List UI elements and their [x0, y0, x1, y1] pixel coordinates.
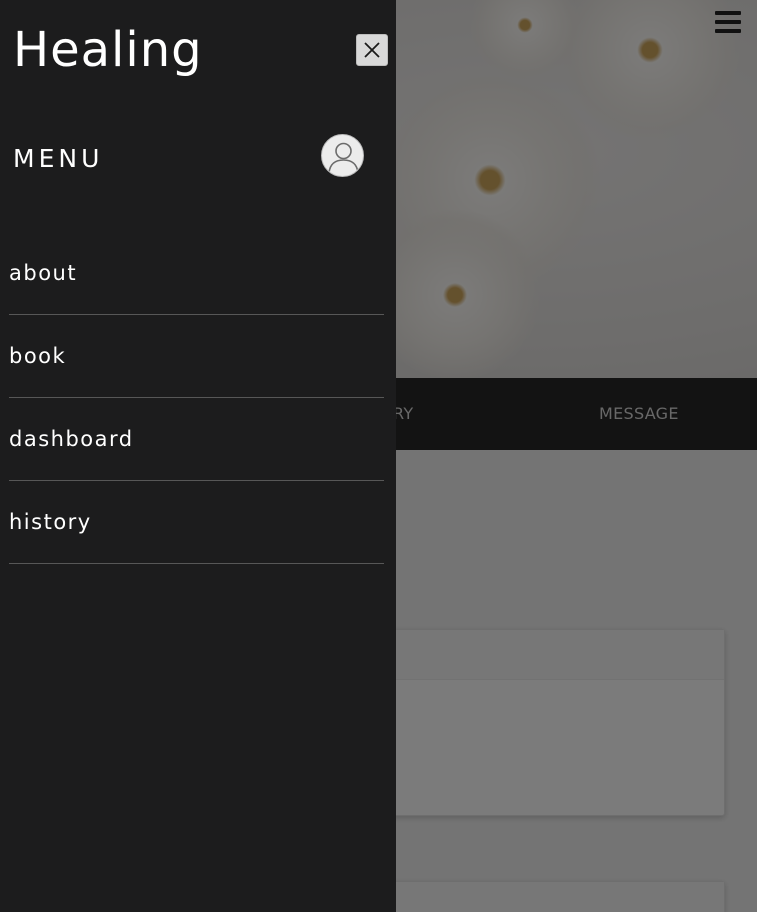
- menu-heading: MENU: [13, 144, 104, 173]
- drawer-title: Healing: [13, 22, 203, 78]
- drawer-menu-list: about book dashboard history: [9, 232, 384, 564]
- menu-item-dashboard[interactable]: dashboard: [9, 398, 384, 481]
- menu-item-book[interactable]: book: [9, 315, 384, 398]
- user-avatar[interactable]: [321, 134, 364, 177]
- menu-item-label: book: [9, 344, 67, 368]
- close-button[interactable]: [356, 34, 388, 66]
- menu-item-label: about: [9, 261, 78, 285]
- close-icon: [364, 42, 380, 58]
- menu-item-history[interactable]: history: [9, 481, 384, 564]
- user-avatar-icon: [328, 142, 359, 174]
- menu-item-about[interactable]: about: [9, 232, 384, 315]
- menu-item-label: history: [9, 510, 92, 534]
- side-drawer: Healing MENU about book dashboard histor…: [0, 0, 396, 912]
- menu-item-label: dashboard: [9, 427, 134, 451]
